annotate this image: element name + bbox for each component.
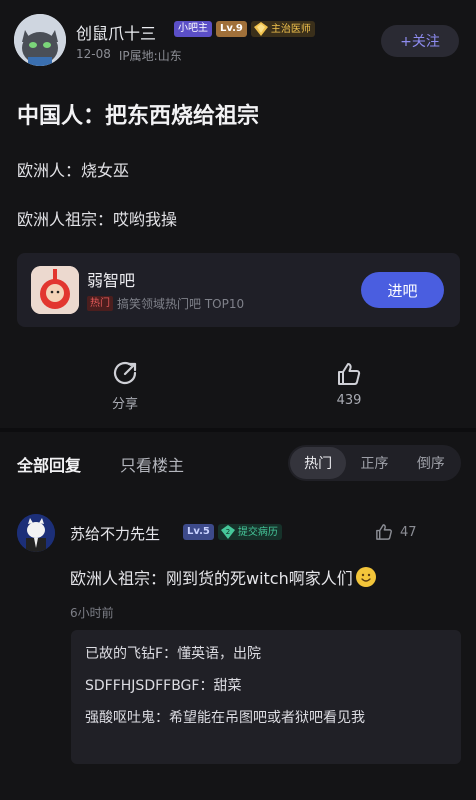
hot-tag: 热门 (87, 296, 113, 311)
sub-reply-author[interactable]: 强酸呕吐鬼： (85, 710, 169, 726)
title-badge-label: 主治医师 (270, 23, 311, 35)
post-title: 中国人：把东西烧给祖宗 (17, 104, 260, 129)
follow-button[interactable]: +关注 (381, 25, 459, 57)
sub-replies[interactable]: 已故的飞钻F：懂英语，出院 SDFFHJSDFFBGF：甜菜 强酸呕吐鬼：希望能… (71, 630, 461, 764)
comment-like-button[interactable]: 47 (374, 522, 417, 542)
comment-like-count: 47 (400, 524, 417, 540)
sub-reply-text: 甜菜 (213, 678, 242, 694)
comment-text: 欧洲人祖宗：刚到货的死witch啊家人们 (70, 565, 376, 589)
post-card: 创鼠爪十三 小吧主 Lv.9 主治医师 12-08 IP属地:山东 +关注 中国… (0, 0, 476, 428)
sub-reply-author[interactable]: SDFFHJSDFFBGF： (85, 678, 213, 694)
post-meta: 12-08 IP属地:山东 (76, 47, 182, 64)
svg-text:2: 2 (226, 528, 230, 536)
comment-time: 6小时前 (70, 606, 114, 620)
post-line-1: 欧洲人：烧女巫 (17, 161, 130, 180)
like-count: 439 (336, 393, 362, 408)
forum-description: 热门 搞笑领域热门吧 TOP10 (87, 295, 244, 312)
tab-op-only[interactable]: 只看楼主 (120, 452, 184, 476)
forum-description-text: 搞笑领域热门吧 TOP10 (117, 297, 245, 311)
smiley-emoji-icon (355, 567, 376, 587)
like-button[interactable]: 439 (309, 360, 389, 408)
sub-reply-text: 懂英语，出院 (177, 646, 262, 662)
sort-hot[interactable]: 热门 (290, 447, 347, 479)
author-badges: 小吧主 Lv.9 主治医师 (174, 21, 315, 37)
case-badge: 2 提交病历 (217, 524, 282, 540)
share-icon (113, 361, 137, 385)
author-name[interactable]: 创鼠爪十三 (76, 20, 156, 44)
diamond-icon (253, 22, 268, 36)
forum-card[interactable]: 弱智吧 热门 搞笑领域热门吧 TOP10 进吧 (17, 253, 460, 327)
sort-selector: 热门 正序 倒序 (288, 445, 461, 481)
sort-ascending[interactable]: 正序 (346, 447, 402, 479)
sub-reply: 已故的飞钻F：懂英语，出院 (85, 643, 447, 665)
comment-text-body: 欧洲人祖宗：刚到货的死witch啊家人们 (70, 569, 353, 588)
diamond-icon: 2 (220, 525, 235, 539)
post-line-2: 欧洲人祖宗：哎哟我操 (17, 210, 178, 229)
sub-reply: SDFFHJSDFFBGF：甜菜 (85, 675, 447, 697)
reply-tabs: 全部回复 只看楼主 热门 正序 倒序 (0, 432, 476, 494)
forum-name: 弱智吧 (87, 271, 136, 290)
tab-all-replies[interactable]: 全部回复 (17, 452, 81, 476)
sort-descending[interactable]: 倒序 (403, 447, 459, 479)
share-button[interactable]: 分享 (85, 360, 165, 412)
moderator-badge: 小吧主 (174, 21, 212, 37)
ip-location: IP属地:山东 (118, 49, 182, 63)
forum-avatar (31, 266, 79, 314)
commenter-badges: Lv.5 2 提交病历 (183, 524, 282, 540)
enter-forum-button[interactable]: 进吧 (361, 272, 444, 308)
sub-reply-author[interactable]: 已故的飞钻F： (85, 646, 177, 662)
sub-reply: 强酸呕吐鬼：希望能在吊图吧或者狱吧看见我 (85, 707, 447, 729)
commenter-name[interactable]: 苏给不力先生 (70, 523, 160, 544)
post-date: 12-08 (76, 47, 111, 61)
thumbs-up-icon (376, 524, 392, 540)
sub-reply-text: 希望能在吊图吧或者狱吧看见我 (169, 710, 365, 726)
share-label: 分享 (111, 397, 138, 412)
author-avatar[interactable] (14, 14, 66, 66)
case-badge-label: 提交病历 (237, 526, 278, 538)
level-badge: Lv.9 (216, 21, 247, 37)
title-badge: 主治医师 (250, 21, 315, 37)
comment-item: 苏给不力先生 Lv.5 2 提交病历 47 欧洲人祖宗：刚到货的死witch啊家… (0, 494, 476, 800)
thumbs-up-icon (338, 363, 361, 385)
level-badge: Lv.5 (183, 524, 214, 540)
commenter-avatar[interactable] (17, 514, 55, 552)
